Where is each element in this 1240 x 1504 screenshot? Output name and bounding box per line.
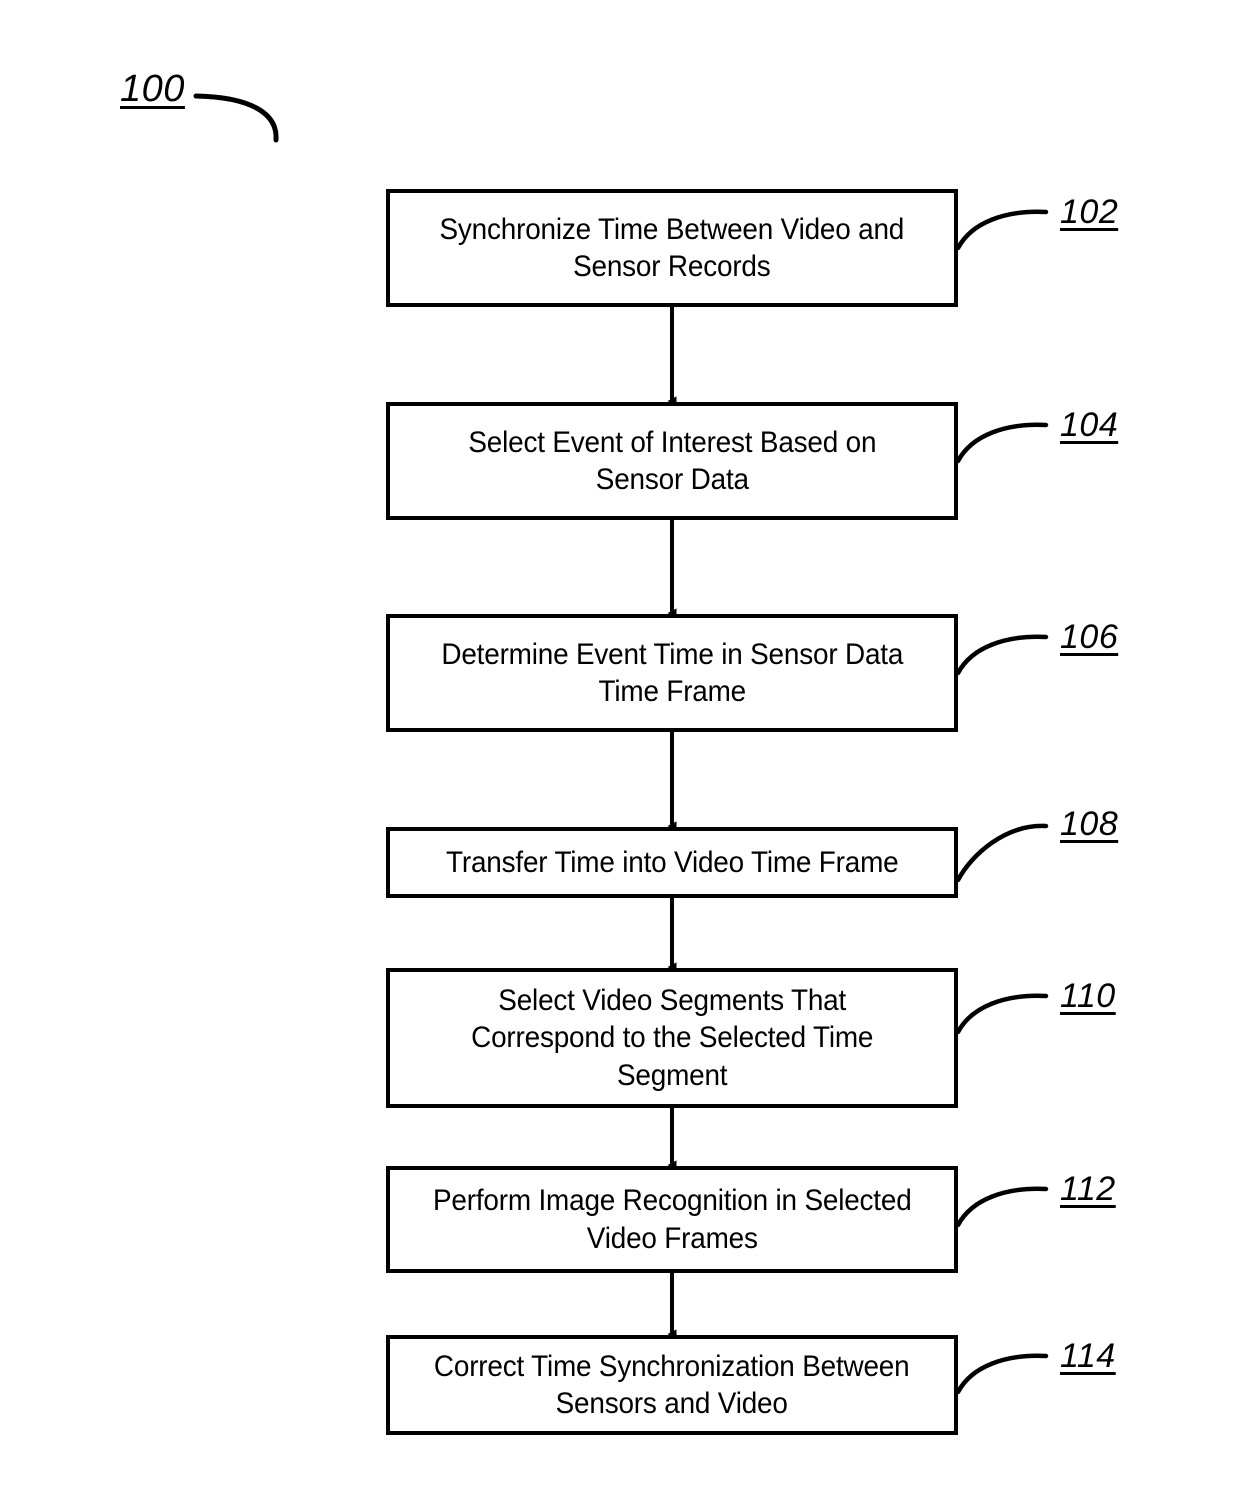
leader-line-102 — [955, 209, 1049, 251]
process-box-label-106: Determine Event Time in Sensor Data Time… — [441, 637, 903, 708]
leader-line-104 — [955, 422, 1049, 464]
process-box-112[interactable]: Perform Image Recognition in Selected Vi… — [386, 1166, 958, 1273]
process-box-102[interactable]: Synchronize Time Between Video and Senso… — [386, 189, 958, 307]
reference-numeral-112: 112 — [1060, 1170, 1116, 1208]
process-box-104[interactable]: Select Event of Interest Based on Sensor… — [386, 402, 958, 520]
leader-line-106 — [955, 634, 1049, 676]
leader-line-110 — [955, 993, 1049, 1035]
reference-numeral-106: 106 — [1060, 618, 1119, 656]
reference-numeral-114: 114 — [1060, 1337, 1116, 1375]
process-box-label-102: Synchronize Time Between Video and Senso… — [439, 212, 905, 283]
process-box-110[interactable]: Select Video Segments That Correspond to… — [386, 968, 958, 1108]
reference-leader-lines — [955, 209, 1049, 1395]
figure-number-100: 100 — [120, 68, 185, 110]
process-box-label-112: Perform Image Recognition in Selected Vi… — [432, 1184, 912, 1255]
figure-canvas: 100 Synchronize Time Between Video and S… — [0, 0, 1240, 1504]
process-box-label-108: Transfer Time into Video Time Frame — [445, 845, 899, 879]
reference-numeral-104: 104 — [1060, 406, 1119, 444]
process-box-114[interactable]: Correct Time Synchronization Between Sen… — [386, 1335, 958, 1435]
reference-numeral-102: 102 — [1060, 193, 1119, 231]
leader-line-108 — [955, 823, 1049, 883]
leader-line-114 — [955, 1353, 1049, 1395]
process-box-label-104: Select Event of Interest Based on Sensor… — [468, 425, 876, 496]
process-box-106[interactable]: Determine Event Time in Sensor Data Time… — [386, 614, 958, 732]
process-box-label-110: Select Video Segments That Correspond to… — [470, 984, 874, 1092]
reference-numeral-110: 110 — [1060, 977, 1116, 1015]
process-box-label-114: Correct Time Synchronization Between Sen… — [434, 1349, 910, 1420]
process-box-108[interactable]: Transfer Time into Video Time Frame — [386, 827, 958, 898]
leader-line-112 — [955, 1186, 1049, 1228]
reference-numeral-108: 108 — [1060, 805, 1119, 843]
figure-leader-line — [193, 93, 279, 143]
figure-leader-line-100 — [193, 93, 279, 143]
